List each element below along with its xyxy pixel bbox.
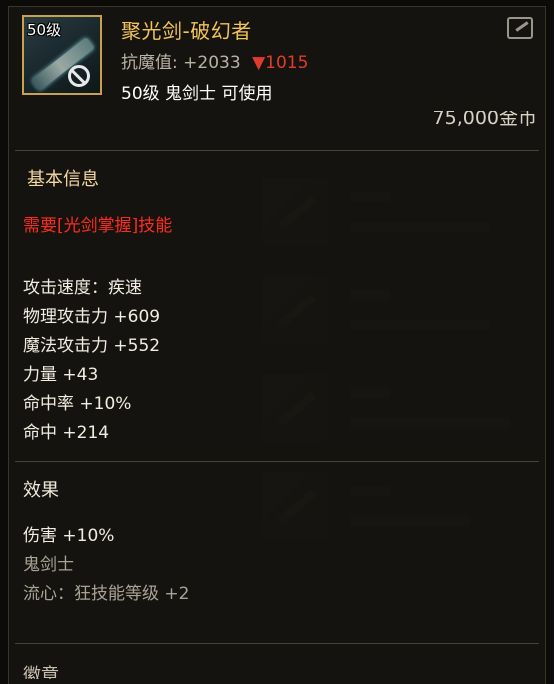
magic-resist-line: 抗魔值: +2033 ▼1015 [121,48,308,73]
item-tooltip: 50级 聚光剑-破幻者 抗魔值: +2033 ▼1015 50级 鬼剑士 可使用… [8,6,546,684]
stat-physical-attack: 物理攻击力 +609 [23,307,161,327]
stat-magic-attack: 魔法攻击力 +552 [23,336,161,356]
section-title-badge: 徽章 [23,665,59,679]
divider [15,150,539,151]
item-icon[interactable]: 50级 [22,15,102,95]
magic-resist-delta: ▼1015 [252,53,309,73]
stat-attack-speed: 攻击速度：疾速 [23,278,142,298]
usage-requirement: 50级 鬼剑士 可使用 [121,84,273,104]
section-title-effects: 效果 [23,480,59,501]
stat-hit-rate: 命中率 +10% [23,394,132,414]
stat-strength: 力量 +43 [23,365,99,385]
section-title-basic-info: 基本信息 [27,169,99,190]
stat-hit: 命中 +214 [23,423,110,443]
divider [15,461,539,462]
magic-resist-label: 抗魔值: [121,53,178,73]
magic-resist-value: +2033 [183,53,241,73]
tooltip-header: 50级 聚光剑-破幻者 抗魔值: +2033 ▼1015 50级 鬼剑士 可使用 [9,7,545,104]
effect-damage: 伤害 +10% [23,526,115,546]
item-price: 75,000金币 [432,111,537,129]
divider [15,643,539,644]
effect-class: 鬼剑士 [23,555,74,575]
share-out-icon[interactable] [507,17,533,39]
item-level-badge: 50级 [27,21,62,39]
ban-icon [68,65,90,87]
skill-requirement: 需要[光剑掌握]技能 [23,216,173,236]
item-name: 聚光剑-破幻者 [121,19,252,43]
effect-skill-level: 流心：狂技能等级 +2 [23,584,190,604]
